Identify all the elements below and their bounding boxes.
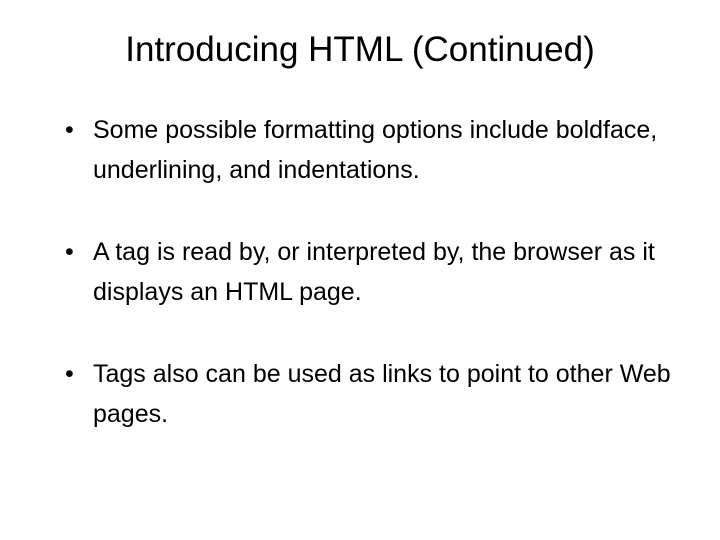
bullet-item: A tag is read by, or interpreted by, the… — [65, 232, 675, 312]
slide-title: Introducing HTML (Continued) — [45, 30, 675, 70]
bullet-item: Tags also can be used as links to point … — [65, 354, 675, 434]
bullet-item: Some possible formatting options include… — [65, 110, 675, 190]
bullet-list: Some possible formatting options include… — [45, 110, 675, 434]
